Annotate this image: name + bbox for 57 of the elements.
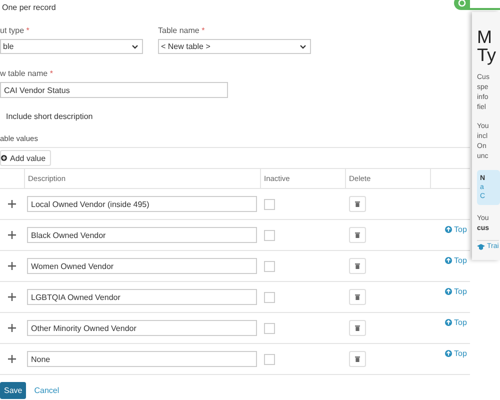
pill-field[interactable] [470, 0, 500, 8]
delete-button[interactable] [349, 258, 366, 274]
top-link[interactable]: Top [445, 256, 467, 265]
select-field[interactable]: < New table > [158, 39, 311, 54]
caret-icon [132, 44, 138, 48]
delete-button[interactable] [349, 289, 366, 305]
description-field[interactable]: Local Owned Vendor (inside 495) [27, 196, 257, 212]
delete-button[interactable] [349, 351, 366, 367]
select-field[interactable]: ble [0, 39, 143, 54]
drag-handle-icon[interactable] [8, 324, 16, 332]
panel-title: Ty [477, 46, 496, 64]
graduation-cap-icon [477, 244, 485, 250]
trash-icon [355, 232, 360, 238]
description-field[interactable]: Other Minority Owned Vendor [27, 320, 257, 336]
arrow-up-circle-icon [445, 350, 452, 357]
delete-button[interactable] [349, 320, 366, 336]
add-value-button[interactable]: Add value [0, 150, 51, 166]
description-field[interactable]: None [27, 351, 257, 367]
caret-icon [300, 44, 306, 48]
drag-handle-icon[interactable] [8, 293, 16, 301]
field-label: Table name [158, 26, 200, 35]
drag-handle-icon[interactable] [8, 355, 16, 363]
required-mark: * [26, 26, 30, 35]
top-link[interactable]: Top [445, 349, 467, 358]
delete-button[interactable] [349, 227, 366, 243]
save-button[interactable]: Save [0, 382, 26, 399]
arrow-up-circle-icon [445, 288, 452, 295]
drag-handle-icon[interactable] [8, 262, 16, 270]
top-link[interactable]: Top [445, 225, 467, 234]
panel-title: M [477, 28, 492, 46]
status-pill[interactable] [454, 0, 500, 10]
radio-label[interactable]: One per record [0, 3, 56, 13]
plus-icon [1, 155, 7, 161]
top-link[interactable]: Top [445, 287, 467, 296]
input-field[interactable]: CAI Vendor Status [0, 82, 228, 98]
arrow-up-circle-icon [445, 226, 452, 233]
trash-icon [355, 201, 360, 207]
arrow-up-circle-icon [445, 257, 452, 264]
description-field[interactable]: LGBTQIA Owned Vendor [27, 289, 257, 305]
required-mark: * [202, 26, 205, 35]
checkbox-label[interactable]: Include short description [0, 112, 93, 122]
description-field[interactable]: Black Owned Vendor [27, 227, 257, 243]
trash-icon [355, 356, 360, 362]
cancel-link[interactable]: Cancel [34, 386, 60, 395]
drag-handle-icon[interactable] [8, 231, 16, 239]
required-mark: * [50, 69, 53, 78]
trash-icon [355, 263, 360, 269]
field-label: w table name [0, 69, 48, 78]
delete-button[interactable] [349, 196, 366, 212]
refresh-icon [458, 0, 466, 7]
trash-icon [355, 325, 360, 331]
field-label: ut type [0, 26, 24, 35]
top-link[interactable]: Top [445, 318, 467, 327]
drag-handle-icon[interactable] [8, 200, 16, 208]
arrow-up-circle-icon [445, 319, 452, 326]
description-field[interactable]: Women Owned Vendor [27, 258, 257, 274]
trash-icon [355, 294, 360, 300]
